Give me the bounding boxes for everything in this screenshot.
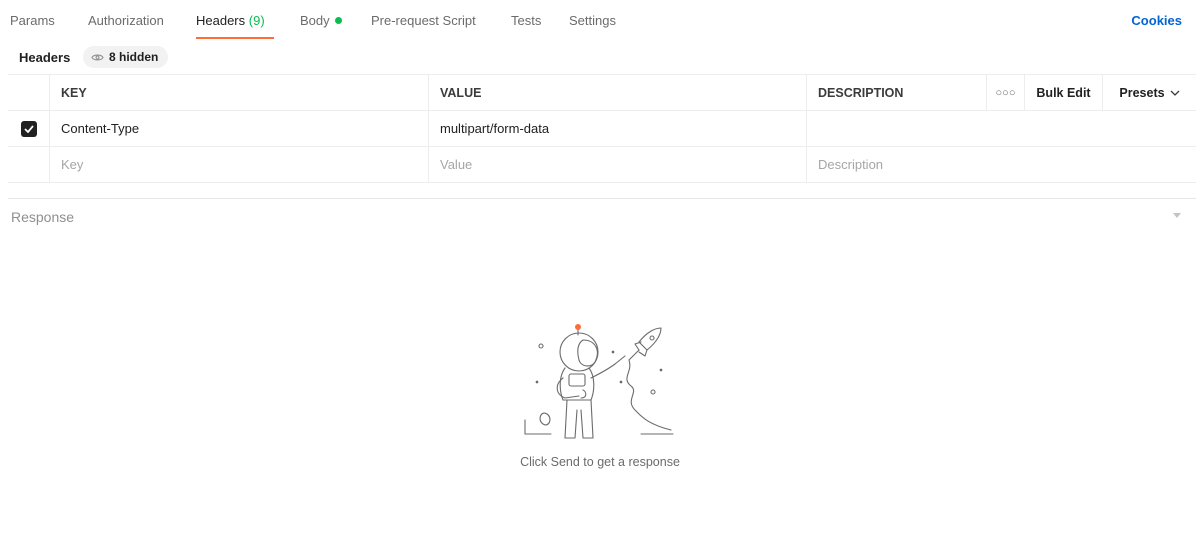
tab-headers-label: Headers bbox=[196, 13, 246, 28]
tab-body-label: Body bbox=[300, 13, 330, 28]
cookies-link[interactable]: Cookies bbox=[1131, 13, 1182, 28]
bulk-edit-label: Bulk Edit bbox=[1036, 85, 1091, 100]
new-description-input[interactable]: Description bbox=[806, 147, 1196, 182]
caret-down-icon[interactable] bbox=[1173, 213, 1181, 219]
column-header-key: KEY bbox=[49, 75, 428, 110]
more-options-button[interactable]: ○○○ bbox=[986, 75, 1024, 110]
presets-label: Presets bbox=[1119, 85, 1165, 100]
tab-headers[interactable]: Headers (9) bbox=[196, 13, 265, 28]
new-value-input[interactable]: Value bbox=[428, 147, 806, 182]
astronaut-illustration-icon bbox=[524, 324, 674, 439]
tab-tests[interactable]: Tests bbox=[511, 13, 541, 28]
bulk-edit-button[interactable]: Bulk Edit bbox=[1024, 75, 1102, 110]
headers-section-title: Headers bbox=[19, 50, 71, 65]
headers-subbar: Headers 8 hidden bbox=[0, 46, 600, 68]
tab-settings[interactable]: Settings bbox=[569, 13, 616, 28]
request-tab-bar: Params Authorization Headers (9) Body Pr… bbox=[0, 0, 1200, 40]
presets-button-content: Presets bbox=[1119, 85, 1180, 100]
hidden-headers-label: 8 hidden bbox=[109, 50, 159, 64]
more-dots-icon: ○○○ bbox=[995, 86, 1016, 99]
tab-body[interactable]: Body bbox=[300, 13, 342, 28]
column-header-value: VALUE bbox=[428, 75, 806, 110]
table-row: Content-Type multipart/form-data bbox=[8, 111, 1196, 147]
body-indicator-dot bbox=[334, 17, 342, 24]
headers-table: KEY VALUE DESCRIPTION ○○○ Bulk Edit Pres… bbox=[8, 74, 1196, 183]
tab-headers-count: (9) bbox=[248, 13, 265, 28]
new-key-input[interactable]: Key bbox=[49, 147, 428, 182]
response-title: Response bbox=[11, 209, 75, 225]
checkmark-icon bbox=[23, 124, 34, 133]
tab-params[interactable]: Params bbox=[10, 13, 55, 28]
response-divider[interactable] bbox=[8, 198, 1196, 199]
table-header-row: KEY VALUE DESCRIPTION ○○○ Bulk Edit Pres… bbox=[8, 75, 1196, 111]
row-check-cell bbox=[8, 111, 49, 146]
response-empty-message: Click Send to get a response bbox=[520, 455, 680, 469]
tab-pre-request-script[interactable]: Pre-request Script bbox=[371, 13, 476, 28]
tab-authorization[interactable]: Authorization bbox=[88, 13, 164, 28]
column-header-description: DESCRIPTION bbox=[806, 75, 986, 110]
row-description-cell[interactable] bbox=[806, 111, 1196, 146]
hidden-headers-toggle[interactable]: 8 hidden bbox=[83, 46, 169, 68]
new-row-check-cell bbox=[8, 147, 49, 182]
row-enabled-checkbox[interactable] bbox=[20, 120, 37, 137]
presets-dropdown[interactable]: Presets bbox=[1102, 75, 1196, 110]
eye-icon bbox=[91, 54, 104, 60]
header-check-cell bbox=[8, 75, 49, 110]
chevron-down-icon bbox=[1170, 90, 1180, 96]
row-key-cell[interactable]: Content-Type bbox=[49, 111, 428, 146]
active-tab-indicator bbox=[196, 37, 274, 39]
table-row-new: Key Value Description bbox=[8, 147, 1196, 183]
row-value-cell[interactable]: multipart/form-data bbox=[428, 111, 806, 146]
